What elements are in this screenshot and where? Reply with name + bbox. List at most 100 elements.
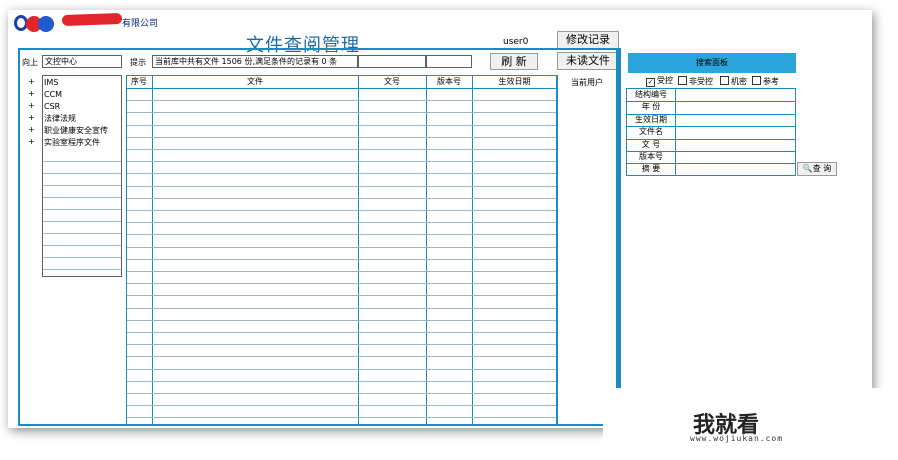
table-row[interactable] [127, 88, 556, 89]
column-divider [426, 75, 427, 426]
expand-icon[interactable]: + [28, 101, 35, 110]
table-row[interactable] [127, 125, 556, 126]
hint-extra-field-1 [358, 55, 426, 68]
magnifier-icon: 🔍 [802, 164, 813, 173]
checkbox-empty-icon[interactable] [720, 76, 729, 85]
checkbox-empty-icon[interactable] [752, 76, 761, 85]
table-row[interactable] [127, 137, 556, 138]
col-file-header[interactable]: 文件 [152, 76, 358, 88]
table-row[interactable] [127, 173, 556, 174]
filter-checkbox[interactable]: 参考 [752, 76, 779, 87]
col-version-header[interactable]: 版本号 [426, 76, 472, 88]
table-row[interactable] [127, 149, 556, 150]
divider [557, 75, 558, 426]
filter-label: 非受控 [689, 77, 713, 86]
search-field-input[interactable] [676, 89, 794, 101]
file-table [126, 75, 557, 426]
search-field-label: 年 份 [641, 102, 661, 111]
filter-label: 机密 [731, 77, 747, 86]
filter-checkbox[interactable]: 非受控 [678, 76, 713, 87]
tree-item[interactable]: 职业健康安全宣传 [44, 125, 108, 137]
modify-log-button[interactable]: 修改记录 [557, 31, 619, 49]
table-row[interactable] [127, 198, 556, 199]
search-field-label: 生效日期 [635, 115, 667, 124]
table-row[interactable] [127, 381, 556, 382]
search-field-input[interactable] [676, 114, 794, 126]
checkbox-checked-icon[interactable]: ✓ [646, 78, 655, 87]
table-row[interactable] [127, 247, 556, 248]
tree-row-line [43, 185, 121, 186]
search-grid-divider [675, 88, 676, 176]
table-row[interactable] [127, 222, 556, 223]
tree-item[interactable]: IMS [44, 77, 58, 89]
col-index-header[interactable]: 序号 [126, 76, 152, 88]
right-divider [618, 48, 621, 388]
username: user0 [503, 37, 529, 47]
tree-item[interactable]: CCM [44, 89, 62, 101]
table-row[interactable] [127, 320, 556, 321]
filter-label: 受控 [657, 76, 673, 85]
tree-item[interactable]: 法律法规 [44, 113, 76, 125]
tree-item[interactable]: CSR [44, 101, 60, 113]
table-row[interactable] [127, 186, 556, 187]
table-row[interactable] [127, 271, 556, 272]
up-label[interactable]: 向上 [22, 57, 38, 68]
current-user-label: 当前用户 [571, 78, 603, 87]
filter-checkbox[interactable]: ✓ 受控 [646, 76, 673, 87]
col-docno-header[interactable]: 文号 [358, 76, 426, 88]
table-row[interactable] [127, 344, 556, 345]
table-row[interactable] [127, 332, 556, 333]
location-field[interactable]: 文控中心 [42, 55, 122, 68]
search-panel-header: 搜索面板 [628, 53, 796, 73]
tree-row-line [43, 209, 121, 210]
expand-icon[interactable]: + [28, 89, 35, 98]
redacted-company-name [61, 12, 123, 27]
search-field-input[interactable] [676, 101, 794, 113]
filter-label: 参考 [763, 77, 779, 86]
table-row[interactable] [127, 161, 556, 162]
tree-row-line [43, 245, 121, 246]
tree-row-line [43, 221, 121, 222]
table-row[interactable] [127, 308, 556, 309]
checkbox-empty-icon[interactable] [678, 76, 687, 85]
table-row[interactable] [127, 405, 556, 406]
table-row[interactable] [127, 393, 556, 394]
query-button[interactable]: 🔍查 询 [797, 162, 837, 176]
expand-icon[interactable]: + [28, 77, 35, 86]
search-field-label: 摘 要 [641, 164, 661, 173]
search-field-input[interactable] [676, 151, 794, 163]
table-row[interactable] [127, 210, 556, 211]
table-row[interactable] [127, 259, 556, 260]
search-field-label: 版本号 [639, 152, 663, 161]
table-row[interactable] [127, 417, 556, 418]
table-row[interactable] [127, 100, 556, 101]
table-row[interactable] [127, 234, 556, 235]
hint-field: 当前库中共有文件 1506 份,满足条件的记录有 0 条 [152, 55, 358, 68]
search-field-input[interactable] [676, 139, 794, 151]
table-row[interactable] [127, 283, 556, 284]
tree-row-line [43, 233, 121, 234]
hint-extra-field-2 [426, 55, 472, 68]
refresh-button[interactable]: 刷 新 [490, 53, 538, 70]
tree-item[interactable]: 实验室程序文件 [44, 137, 100, 149]
company-suffix: 有限公司 [122, 19, 159, 29]
expand-icon[interactable]: + [28, 113, 35, 122]
expand-icon[interactable]: + [28, 125, 35, 134]
table-row[interactable] [127, 295, 556, 296]
tree-row-line [43, 197, 121, 198]
tree-row-line [43, 173, 121, 174]
search-field-input[interactable] [676, 163, 794, 175]
search-field-input[interactable] [676, 126, 794, 138]
tree-row-line [43, 269, 121, 270]
col-date-header[interactable]: 生效日期 [472, 76, 557, 88]
table-row[interactable] [127, 112, 556, 113]
table-row[interactable] [127, 356, 556, 357]
table-row[interactable] [127, 369, 556, 370]
hint-label: 提示 [130, 58, 146, 67]
expand-icon[interactable]: + [28, 137, 35, 146]
tree-row-line [43, 161, 121, 162]
filter-checkbox[interactable]: 机密 [720, 76, 747, 87]
column-divider [358, 75, 359, 426]
search-field-label: 文 号 [641, 140, 661, 149]
search-field-label: 文件名 [639, 127, 663, 136]
